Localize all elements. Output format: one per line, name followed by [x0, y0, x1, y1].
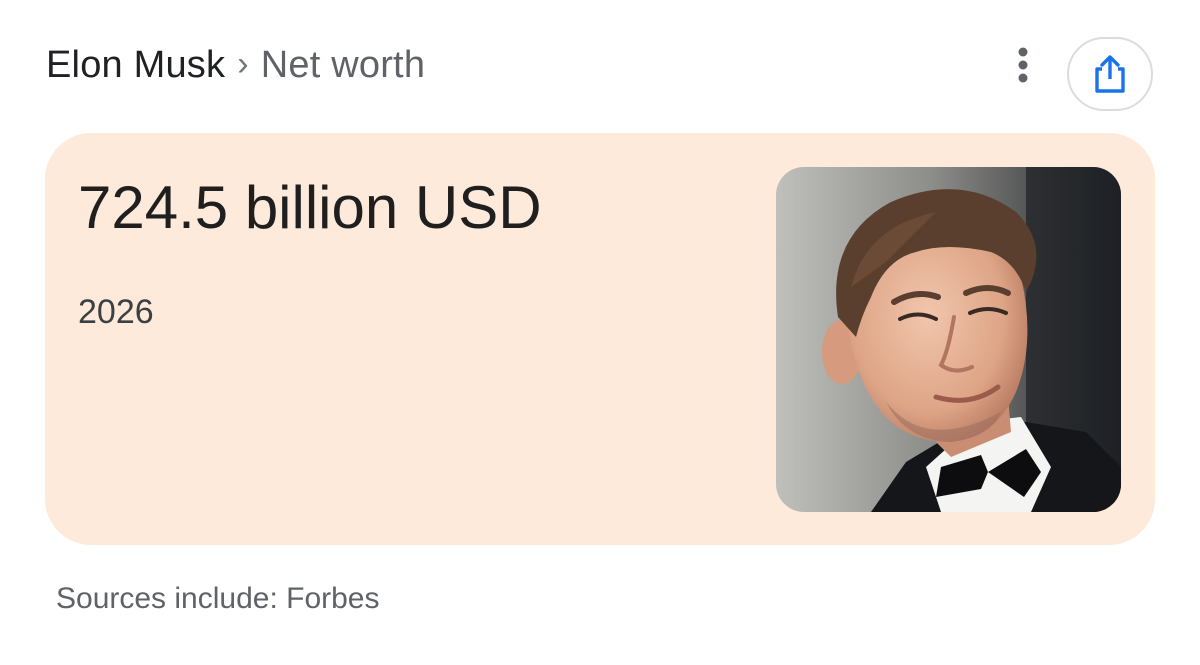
- net-worth-year: 2026: [78, 293, 154, 331]
- net-worth-amount: 724.5 billion USD: [78, 174, 542, 241]
- person-portrait-illustration: [776, 167, 1121, 512]
- breadcrumb-root[interactable]: Elon Musk: [46, 44, 225, 87]
- portrait-image[interactable]: [776, 167, 1121, 512]
- net-worth-card[interactable]: 724.5 billion USD 2026: [45, 133, 1155, 545]
- share-icon: [1095, 55, 1125, 93]
- more-vert-icon: [1018, 47, 1028, 83]
- breadcrumb-separator: ›: [237, 44, 249, 83]
- more-options-button[interactable]: [1000, 40, 1046, 90]
- share-button[interactable]: [1067, 37, 1153, 111]
- sources-text: Sources include: Forbes: [56, 582, 380, 615]
- breadcrumb-current: Net worth: [260, 43, 426, 86]
- breadcrumb: Elon Musk › Net worth: [46, 40, 425, 90]
